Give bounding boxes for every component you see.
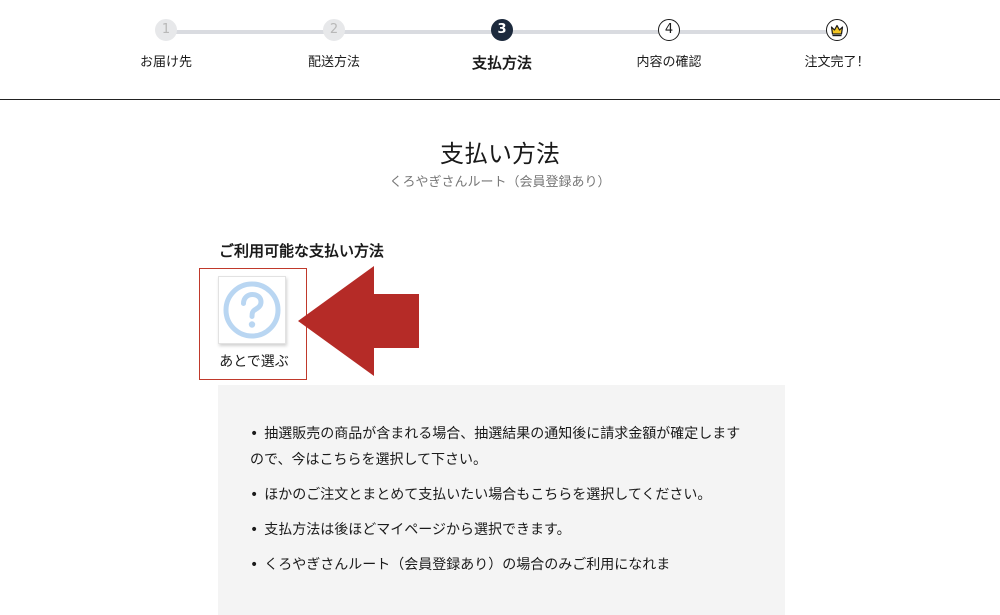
note-item: • 抽選販売の商品が含まれる場合、抽選結果の通知後に請求金額が確定しますので、今は… <box>250 421 755 473</box>
bullet: • <box>250 426 259 442</box>
crown-icon <box>826 19 848 41</box>
note-text: くろやぎさんルート（会員登録あり）の場合のみご利用になれま <box>264 557 671 573</box>
payment-method-choose-later[interactable]: あとで選ぶ <box>199 268 307 380</box>
note-item: • 支払方法は後ほどマイページから選択できます。 <box>250 517 755 543</box>
bullet: • <box>250 557 259 573</box>
step-number-1: 1 <box>155 19 177 41</box>
step-delivery-address[interactable]: 1 お届け先 <box>106 19 226 70</box>
step-order-complete: 注文完了！ <box>777 19 897 70</box>
payment-method-tile[interactable] <box>218 276 286 344</box>
arrow-left-icon <box>298 266 419 376</box>
step-label-order-complete: 注文完了！ <box>804 55 870 70</box>
step-number-2: 2 <box>323 19 345 41</box>
page-title: 支払い方法 <box>440 140 560 168</box>
step-label-payment-method: 支払方法 <box>471 54 532 72</box>
step-label-delivery-address: お届け先 <box>139 55 192 70</box>
step-number-4: 4 <box>658 19 680 41</box>
step-payment-method: 3 支払方法 <box>442 19 562 73</box>
checkout-stepper: 1 お届け先 2 配送方法 3 支払方法 4 内容の確認 注文完了！ <box>0 0 1000 100</box>
step-label-confirm: 内容の確認 <box>636 55 702 70</box>
bullet: • <box>250 522 259 538</box>
note-text: ほかのご注文とまとめて支払いたい場合もこちらを選択してください。 <box>264 487 712 503</box>
payment-notes: • 抽選販売の商品が含まれる場合、抽選結果の通知後に請求金額が確定しますので、今は… <box>218 385 785 615</box>
page-subtitle: くろやぎさんルート（会員登録あり） <box>389 175 611 190</box>
note-text: 抽選販売の商品が含まれる場合、抽選結果の通知後に請求金額が確定しますので、今はこ… <box>250 426 741 468</box>
bullet: • <box>250 487 259 503</box>
payment-methods-heading: ご利用可能な支払い方法 <box>219 242 385 260</box>
step-number-3: 3 <box>491 19 513 41</box>
note-item: • ほかのご注文とまとめて支払いたい場合もこちらを選択してください。 <box>250 482 755 508</box>
step-shipping-method[interactable]: 2 配送方法 <box>274 19 394 70</box>
step-label-shipping-method: 配送方法 <box>307 55 360 70</box>
payment-method-label: あとで選ぶ <box>219 354 289 370</box>
question-circle-icon <box>223 281 281 339</box>
note-item: • くろやぎさんルート（会員登録あり）の場合のみご利用になれま <box>250 552 755 578</box>
step-confirm: 4 内容の確認 <box>609 19 729 70</box>
note-text: 支払方法は後ほどマイページから選択できます。 <box>264 522 571 538</box>
